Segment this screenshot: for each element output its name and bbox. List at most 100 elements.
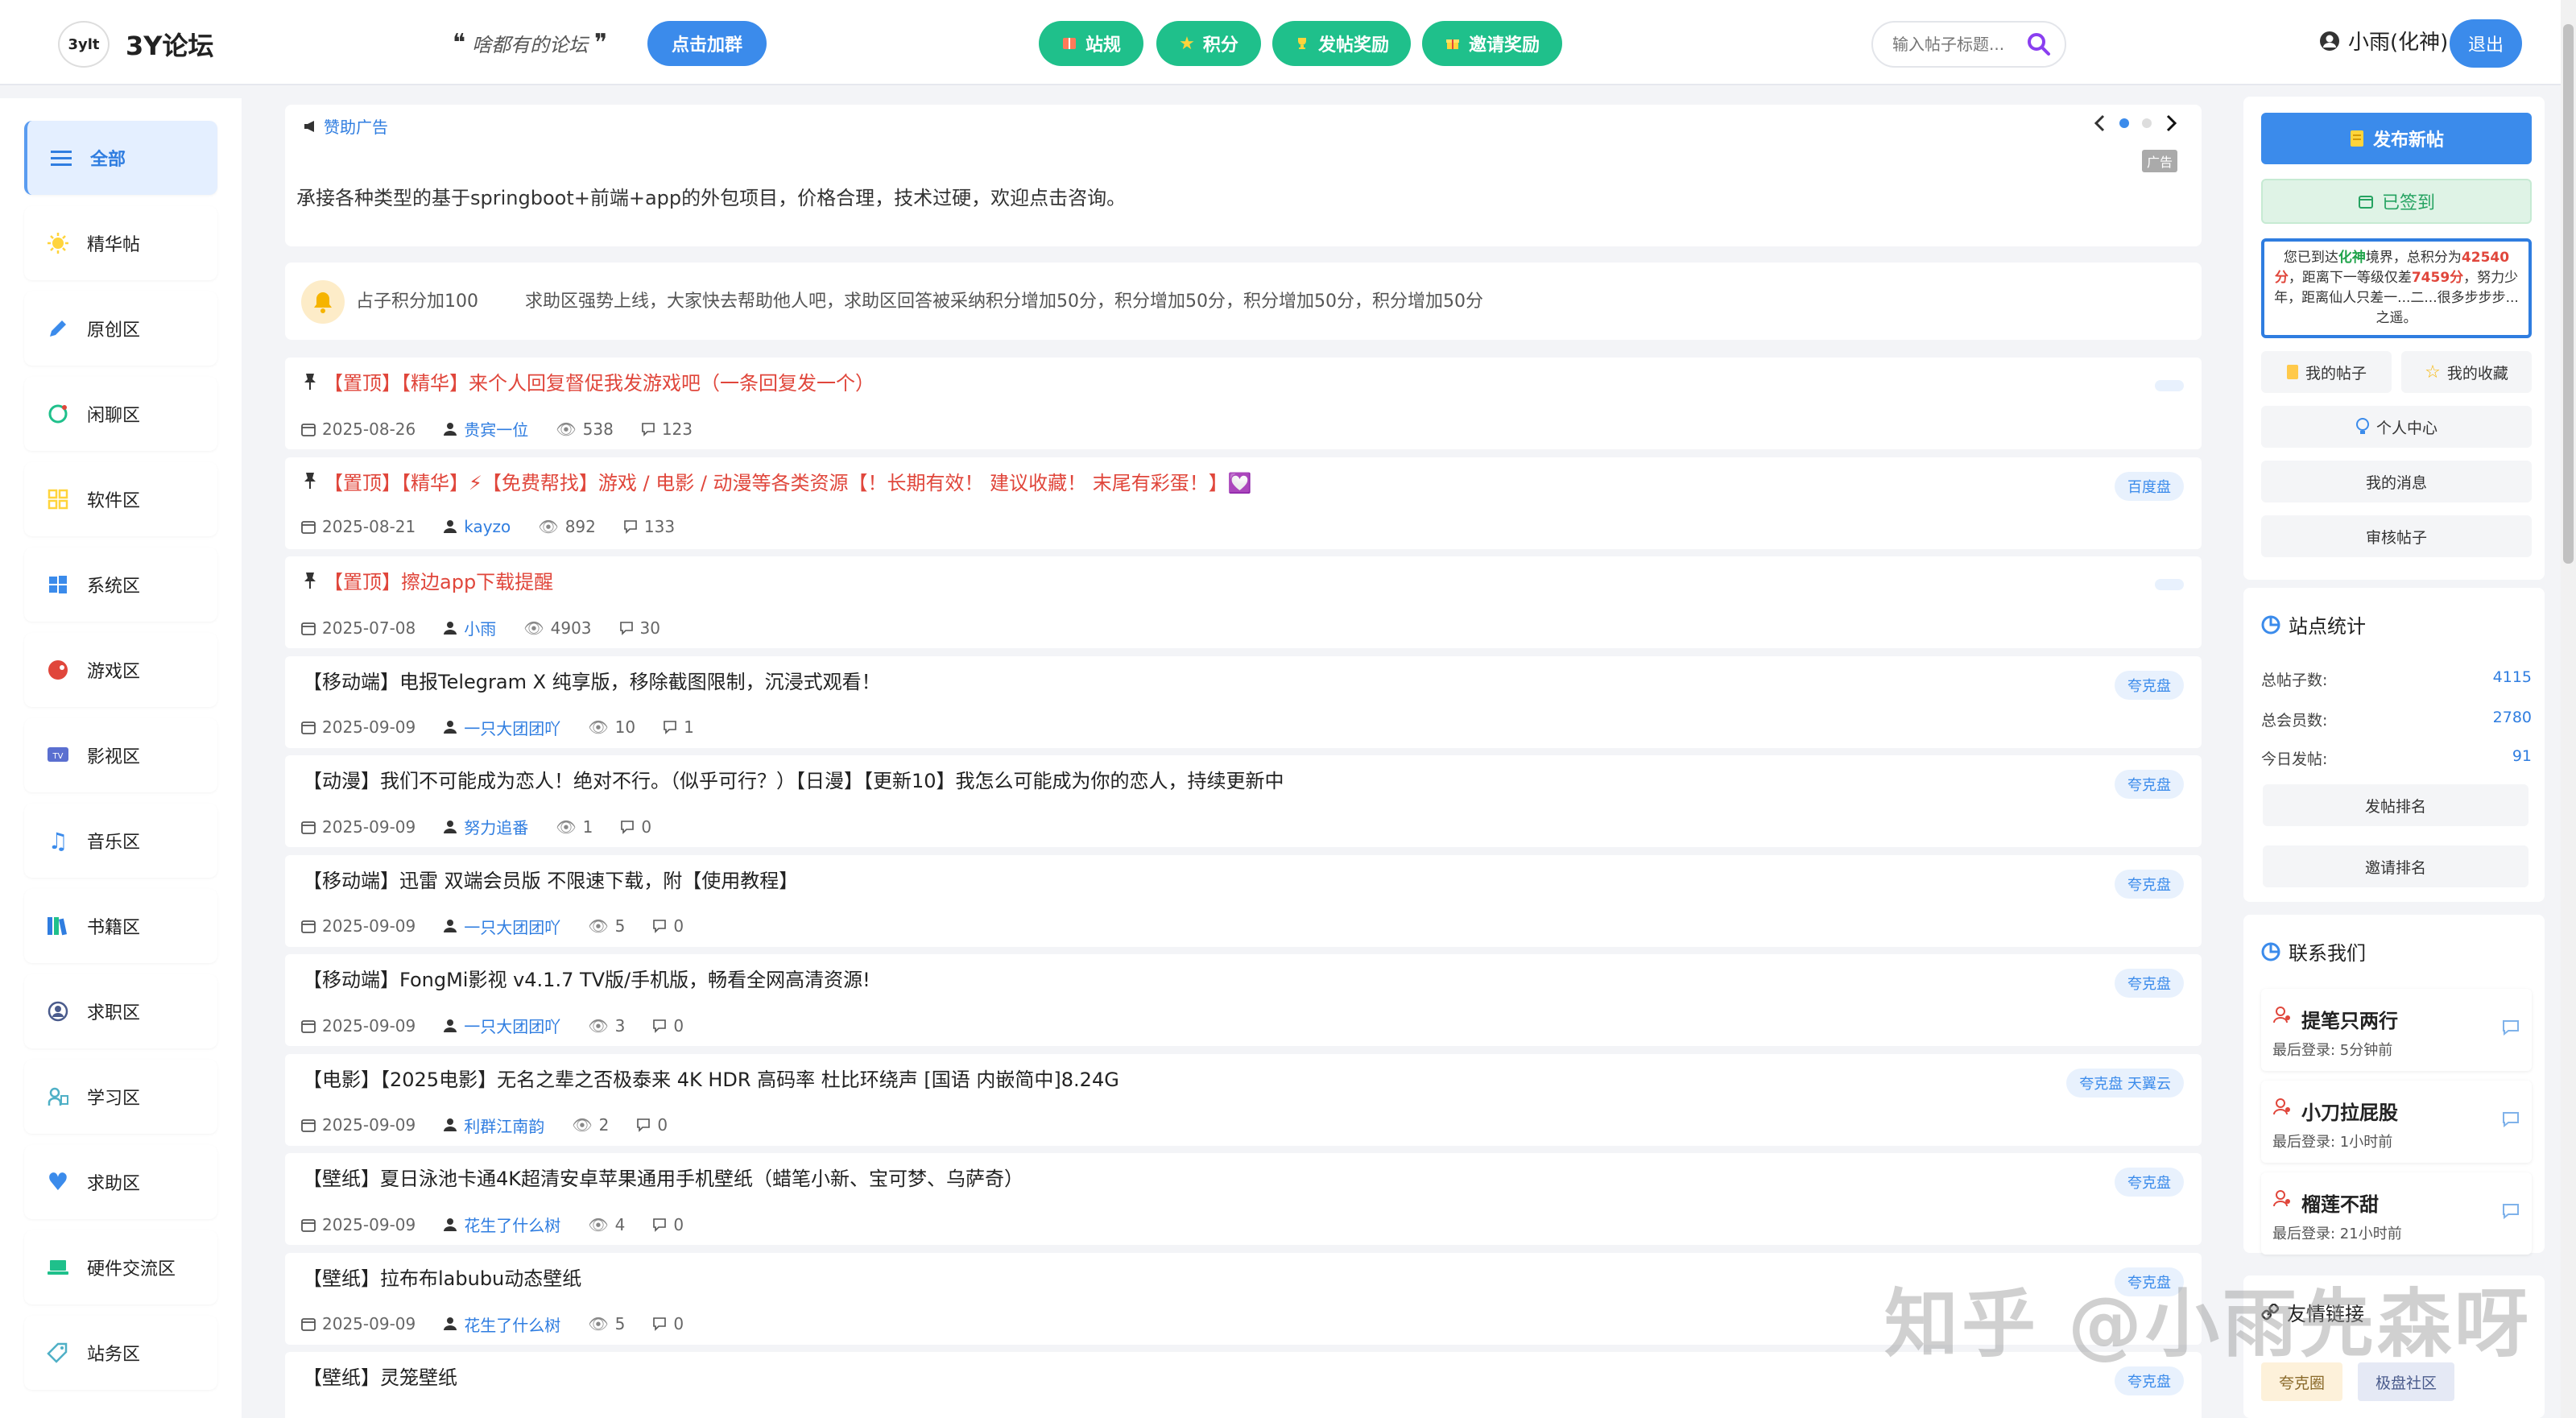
- sidebar-item-hardware[interactable]: 硬件交流区: [24, 1230, 217, 1304]
- post-title[interactable]: 【壁纸】拉布布labubu动态壁纸: [303, 1263, 581, 1291]
- post-title[interactable]: 【移动端】电报Telegram X 纯享版，移除截图限制，沉浸式观看！: [303, 666, 881, 694]
- post-row[interactable]: 【移动端】电报Telegram X 纯享版，移除截图限制，沉浸式观看！ 2025-…: [285, 655, 2202, 748]
- new-post-button[interactable]: 发布新帖: [2261, 113, 2532, 164]
- chevron-left-icon[interactable]: [2094, 114, 2107, 132]
- post-title[interactable]: 【壁纸】灵笼壁纸: [303, 1362, 457, 1390]
- calendar-icon: [301, 1317, 316, 1331]
- chat-bubble-icon[interactable]: [2501, 1111, 2520, 1127]
- post-title[interactable]: 【电影】【2025电影】无名之辈之否极泰来 4K HDR 高码率 杜比环绕声 […: [303, 1064, 1119, 1092]
- post-views: 2: [598, 1115, 610, 1135]
- post-row[interactable]: 【移动端】FongMi影视 v4.1.7 TV版/手机版，畅看全网高清资源! 20…: [285, 954, 2202, 1046]
- sidebar-item-study[interactable]: 学习区: [24, 1060, 217, 1134]
- profile-button[interactable]: 个人中心: [2261, 406, 2532, 448]
- post-title[interactable]: 【置顶】擦边app下载提醒: [303, 566, 553, 594]
- my-posts-button[interactable]: 我的帖子: [2261, 351, 2392, 393]
- nav-points-button[interactable]: ★ 积分: [1156, 21, 1261, 66]
- post-title[interactable]: 【移动端】迅雷 双端会员版 不限速下载，附【使用教程】: [303, 865, 798, 893]
- chat-bubble-icon[interactable]: [2501, 1203, 2520, 1219]
- post-title[interactable]: 【移动端】FongMi影视 v4.1.7 TV版/手机版，畅看全网高清资源!: [303, 964, 870, 992]
- sidebar-item-music[interactable]: ♫ 音乐区: [24, 804, 217, 878]
- scrollbar-thumb[interactable]: [2563, 24, 2574, 564]
- post-row[interactable]: 【置顶】【精华】⚡【免费帮找】游戏 / 电影 / 动漫等各类资源【！长期有效！ …: [285, 457, 2202, 549]
- contact-card[interactable]: 榴莲不甜 最后登录: 21小时前: [2261, 1172, 2532, 1255]
- storage-tag: 夸克盘 天翼云: [2066, 1068, 2184, 1098]
- post-title[interactable]: 【置顶】【精华】来个人回复督促我发游戏吧（一条回复发一个）: [303, 367, 875, 395]
- carousel-dot-1[interactable]: [2119, 118, 2129, 128]
- search-icon[interactable]: [2026, 31, 2052, 57]
- post-row[interactable]: 【置顶】【精华】来个人回复督促我发游戏吧（一条回复发一个） 2025-08-26 贵…: [285, 358, 2202, 449]
- post-views: 5: [614, 916, 626, 936]
- sidebar-item-label: 闲聊区: [87, 406, 141, 426]
- post-author[interactable]: 利群江南韵: [464, 1114, 544, 1137]
- my-favorites-button[interactable]: ☆ 我的收藏: [2401, 351, 2532, 393]
- eye-icon: 👁: [538, 516, 559, 536]
- post-row[interactable]: 【动漫】我们不可能成为恋人！绝对不行。（似乎可行？）【日漫】【更新10】我怎么可…: [285, 755, 2202, 847]
- nav-invite-reward-button[interactable]: 邀请奖励: [1422, 21, 1562, 66]
- sidebar-item-help[interactable]: ♥ 求助区: [24, 1145, 217, 1219]
- carousel-dot-2[interactable]: [2142, 118, 2152, 128]
- author-icon: [443, 422, 457, 436]
- username: 小雨(化神): [2348, 31, 2449, 55]
- sidebar-item-label: 书籍区: [87, 918, 141, 938]
- nav-rules-button[interactable]: 站规: [1039, 21, 1143, 66]
- contact-card[interactable]: 小刀拉屁股 最后登录: 1小时前: [2261, 1081, 2532, 1163]
- post-author[interactable]: 一只大团团吖: [464, 1014, 560, 1037]
- sidebar-item-original[interactable]: 原创区: [24, 291, 217, 366]
- post-author[interactable]: 小雨: [464, 616, 496, 639]
- search-box[interactable]: [1871, 21, 2066, 68]
- sidebar-item-books[interactable]: 书籍区: [24, 889, 217, 963]
- messages-button[interactable]: 我的消息: [2261, 461, 2532, 502]
- invite-rank-button[interactable]: 邀请排名: [2263, 845, 2528, 887]
- search-input[interactable]: [1892, 35, 2021, 54]
- review-posts-button[interactable]: 审核帖子: [2261, 515, 2532, 557]
- chevron-right-icon[interactable]: [2165, 114, 2177, 132]
- post-title[interactable]: 【置顶】【精华】⚡【免费帮找】游戏 / 电影 / 动漫等各类资源【！长期有效！ …: [303, 467, 1252, 495]
- post-title[interactable]: 【壁纸】夏日泳池卡通4K超清安卓苹果通用手机壁纸（蜡笔小新、宝可梦、乌萨奇）: [303, 1163, 1023, 1191]
- post-row[interactable]: 【移动端】迅雷 双端会员版 不限速下载，附【使用教程】 2025-09-09 一只大…: [285, 854, 2202, 947]
- ad-text[interactable]: 承接各种类型的基于springboot+前端+app的外包项目，价格合理，技术过…: [296, 182, 1126, 210]
- user-menu[interactable]: 小雨(化神): [2319, 26, 2448, 56]
- post-author[interactable]: 努力追番: [464, 815, 528, 838]
- storage-tag: 夸克盘: [2115, 1168, 2184, 1197]
- site-name[interactable]: 3Y论坛: [126, 26, 213, 63]
- sponsor-ad-card[interactable]: 赞助广告 广告 承接各种类型的基于springboot+前端+app的外包项目，…: [285, 105, 2202, 246]
- post-author[interactable]: 一只大团团吖: [464, 716, 560, 739]
- sidebar-item-featured[interactable]: 精华帖: [24, 206, 217, 280]
- sidebar-item-chat[interactable]: 闲聊区: [24, 377, 217, 451]
- ad-carousel-controls: [2094, 114, 2177, 132]
- sidebar-item-games[interactable]: 游戏区: [24, 633, 217, 707]
- sidebar-item-movies[interactable]: TV 影视区: [24, 718, 217, 792]
- megaphone-icon: [303, 119, 319, 134]
- sidebar-item-system[interactable]: 系统区: [24, 548, 217, 622]
- storage-tag: 夸克盘: [2115, 869, 2184, 899]
- signed-in-button[interactable]: 已签到: [2261, 179, 2532, 224]
- post-row[interactable]: 【电影】【2025电影】无名之辈之否极泰来 4K HDR 高码率 杜比环绕声 […: [285, 1053, 2202, 1146]
- site-logo[interactable]: 3ylt: [58, 21, 110, 68]
- post-views: 4: [614, 1214, 626, 1234]
- my-posts-label: 我的帖子: [2305, 364, 2367, 382]
- sidebar-item-all[interactable]: 全部: [24, 121, 217, 195]
- post-author[interactable]: kayzo: [464, 517, 511, 536]
- post-row[interactable]: 【壁纸】夏日泳池卡通4K超清安卓苹果通用手机壁纸（蜡笔小新、宝可梦、乌萨奇） 20…: [285, 1153, 2202, 1245]
- nav-post-reward-label: 发帖奖励: [1317, 35, 1389, 56]
- post-author[interactable]: 贵宾一位: [464, 417, 528, 440]
- sidebar-item-site-affairs[interactable]: 站务区: [24, 1316, 217, 1390]
- sidebar-item-software[interactable]: 软件区: [24, 462, 217, 536]
- post-author[interactable]: 一只大团团吖: [464, 915, 560, 938]
- post-rank-button[interactable]: 发帖排名: [2263, 784, 2528, 826]
- svg-text:TV: TV: [52, 752, 64, 761]
- chat-bubble-icon[interactable]: [2501, 1019, 2520, 1036]
- post-row[interactable]: 【置顶】擦边app下载提醒 2025-07-08 小雨 👁 4903 30: [285, 556, 2202, 648]
- join-group-button[interactable]: 点击加群: [647, 21, 767, 66]
- site-stats-title: 站点统计: [2261, 610, 2366, 639]
- logout-button[interactable]: 退出: [2450, 19, 2522, 68]
- post-title[interactable]: 【动漫】我们不可能成为恋人！绝对不行。（似乎可行？）【日漫】【更新10】我怎么可…: [303, 765, 1284, 793]
- post-author[interactable]: 花生了什么树: [464, 1213, 560, 1236]
- post-author[interactable]: 花生了什么树: [464, 1313, 560, 1336]
- sidebar-item-jobs[interactable]: 求职区: [24, 974, 217, 1048]
- contact-card[interactable]: 提笔只两行 最后登录: 5分钟前: [2261, 989, 2532, 1071]
- realm-text-1: 您已到达: [2283, 250, 2338, 266]
- nav-post-reward-button[interactable]: 发帖奖励: [1272, 21, 1411, 66]
- comment-icon: [619, 621, 634, 635]
- post-title-text: 【置顶】【精华】⚡【免费帮找】游戏 / 电影 / 动漫等各类资源【！长期有效！ …: [324, 471, 1252, 494]
